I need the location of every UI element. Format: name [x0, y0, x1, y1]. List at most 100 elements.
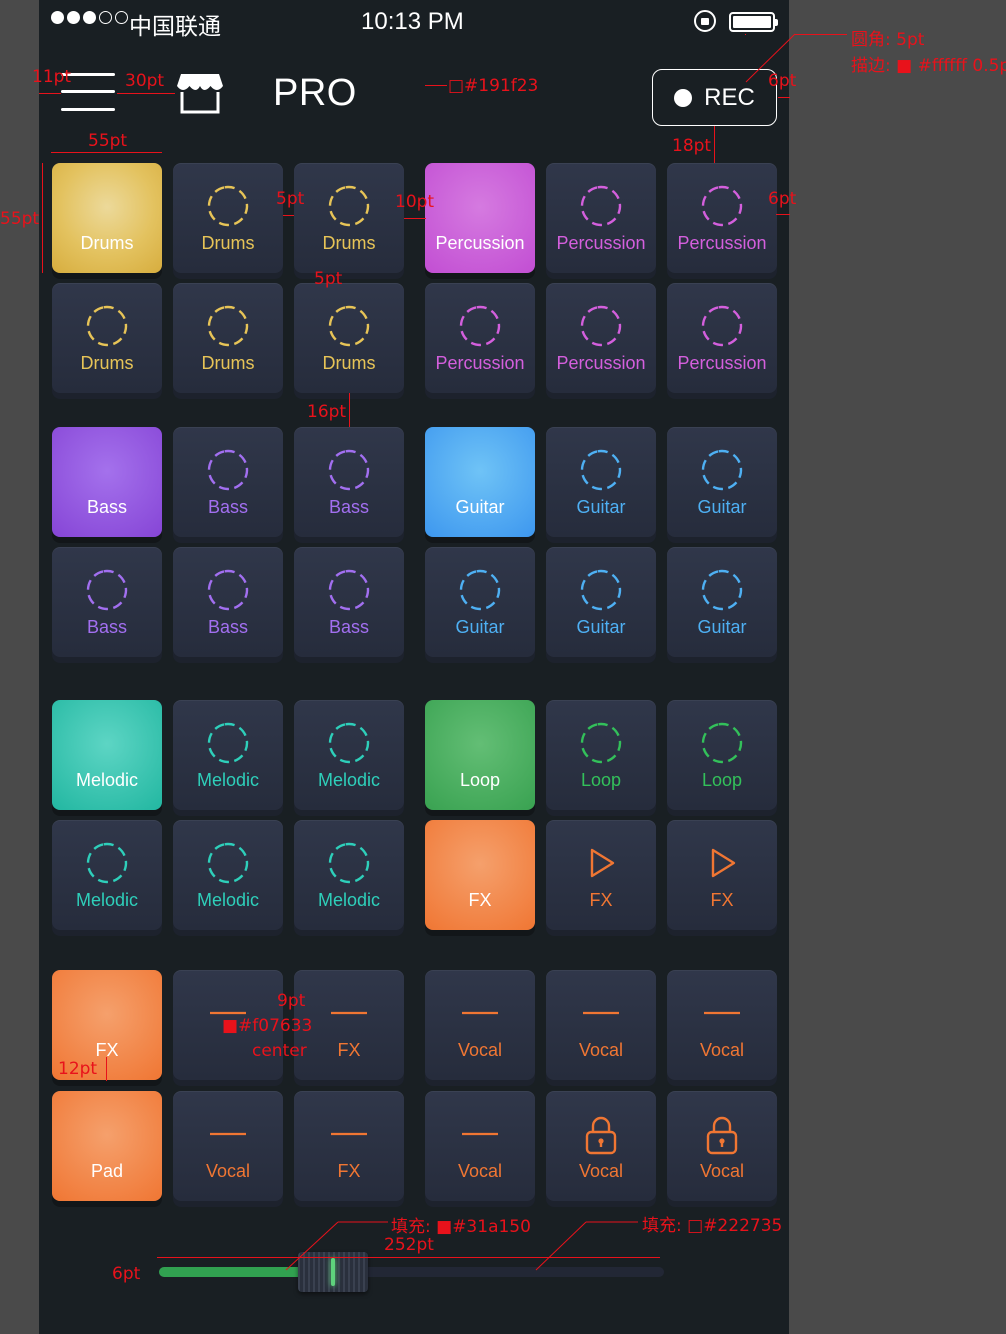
pad-percussion-2-4[interactable]: Percussion — [425, 283, 535, 393]
pad-label: Melodic — [75, 890, 139, 910]
pad-guitar-4-6[interactable]: Guitar — [667, 547, 777, 657]
dashed-circle-icon — [328, 305, 370, 347]
pad-label: Vocal — [578, 1161, 624, 1181]
lock-icon — [580, 1113, 622, 1155]
dashed-circle-icon — [459, 569, 501, 611]
pad-bass-4-1[interactable]: Bass — [52, 547, 162, 657]
annotation-pad-width: 55pt — [88, 131, 128, 151]
annotation-stroke: 描边: ■ #ffffff 0.5pt — [851, 56, 1006, 76]
pad-fx-7-6[interactable]: Vocal — [667, 970, 777, 1080]
pad-label: FX — [589, 890, 613, 910]
pad-label: Pad — [90, 1161, 124, 1181]
dashed-circle-icon — [207, 449, 249, 491]
pad-loop-5-4[interactable]: Loop — [425, 700, 535, 810]
pad-melodic-5-3[interactable]: Melodic — [294, 700, 404, 810]
pad-label: Vocal — [578, 1040, 624, 1060]
pad-bass-4-2[interactable]: Bass — [173, 547, 283, 657]
pad-melodic-6-3[interactable]: Melodic — [294, 820, 404, 930]
pad-fx-8-1[interactable]: Pad — [52, 1091, 162, 1201]
pad-label: Melodic — [317, 770, 381, 790]
dashed-circle-icon — [207, 722, 249, 764]
pad-label: Bass — [328, 497, 370, 517]
pad-label: Percussion — [677, 233, 767, 253]
dash-icon — [701, 992, 743, 1034]
pad-drums-2-1[interactable]: Drums — [52, 283, 162, 393]
pad-bass-3-1[interactable]: Bass — [52, 427, 162, 537]
pad-fx-8-5[interactable]: Vocal — [546, 1091, 656, 1201]
dashed-circle-icon — [207, 569, 249, 611]
pad-label: Guitar — [697, 497, 747, 517]
pad-drums-2-3[interactable]: Drums — [294, 283, 404, 393]
pad-label: Melodic — [75, 770, 139, 790]
pad-label: Vocal — [457, 1040, 503, 1060]
pad-label: FX — [710, 890, 734, 910]
annotation-pad-height: 55pt — [0, 209, 40, 229]
pad-percussion-1-5[interactable]: Percussion — [546, 163, 656, 273]
pad-guitar-3-5[interactable]: Guitar — [546, 427, 656, 537]
pad-melodic-5-2[interactable]: Melodic — [173, 700, 283, 810]
pad-label: Drums — [201, 233, 255, 253]
pad-fx-8-3[interactable]: FX — [294, 1091, 404, 1201]
pad-melodic-6-2[interactable]: Melodic — [173, 820, 283, 930]
pad-label: Percussion — [435, 353, 525, 373]
pad-percussion-1-4[interactable]: Percussion — [425, 163, 535, 273]
pad-fx-7-4[interactable]: Vocal — [425, 970, 535, 1080]
pad-fx-6-4[interactable]: FX — [425, 820, 535, 930]
pad-label: FX — [337, 1161, 361, 1181]
lock-icon — [701, 1113, 743, 1155]
pad-label: Bass — [207, 617, 249, 637]
pad-label: Bass — [207, 497, 249, 517]
pad-drums-1-2[interactable]: Drums — [173, 163, 283, 273]
pad-drums-1-1[interactable]: Drums — [52, 163, 162, 273]
pad-guitar-3-4[interactable]: Guitar — [425, 427, 535, 537]
dash-icon — [580, 992, 622, 1034]
pad-drums-1-3[interactable]: Drums — [294, 163, 404, 273]
pad-bass-3-2[interactable]: Bass — [173, 427, 283, 537]
pad-label: Bass — [328, 617, 370, 637]
pad-label: Vocal — [205, 1161, 251, 1181]
pad-label: Loop — [580, 770, 622, 790]
pad-loop-5-6[interactable]: Loop — [667, 700, 777, 810]
pad-guitar-4-5[interactable]: Guitar — [546, 547, 656, 657]
pad-bass-3-3[interactable]: Bass — [294, 427, 404, 537]
pad-label: Percussion — [435, 233, 525, 253]
dashed-circle-icon — [701, 449, 743, 491]
dashed-circle-icon — [580, 305, 622, 347]
pad-fx-8-2[interactable]: Vocal — [173, 1091, 283, 1201]
pad-label: Percussion — [556, 353, 646, 373]
dashed-circle-icon — [701, 569, 743, 611]
annotation-corner-radius: 圆角: 5pt — [851, 30, 925, 50]
pad-percussion-2-6[interactable]: Percussion — [667, 283, 777, 393]
dashed-circle-icon — [86, 569, 128, 611]
annotation-rec-margin: 6pt — [768, 71, 797, 91]
pad-fx-7-5[interactable]: Vocal — [546, 970, 656, 1080]
annotation-gap-5a: 5pt — [276, 189, 305, 209]
annotation-menu-gap: 30pt — [125, 71, 165, 91]
pad-fx-8-6[interactable]: Vocal — [667, 1091, 777, 1201]
pad-fx-8-4[interactable]: Vocal — [425, 1091, 535, 1201]
pad-label: Percussion — [677, 353, 767, 373]
pad-melodic-6-1[interactable]: Melodic — [52, 820, 162, 930]
dashed-circle-icon — [207, 305, 249, 347]
pad-label: Bass — [86, 617, 128, 637]
pad-bass-4-3[interactable]: Bass — [294, 547, 404, 657]
pad-label: Loop — [459, 770, 501, 790]
annotation-slider-height: 6pt — [112, 1264, 141, 1284]
dash-icon — [207, 1113, 249, 1155]
pad-guitar-4-4[interactable]: Guitar — [425, 547, 535, 657]
pad-loop-5-5[interactable]: Loop — [546, 700, 656, 810]
pad-melodic-5-1[interactable]: Melodic — [52, 700, 162, 810]
dashed-circle-icon — [580, 449, 622, 491]
pad-drums-2-2[interactable]: Drums — [173, 283, 283, 393]
annotation-line-align: center — [252, 1041, 307, 1061]
dashed-circle-icon — [328, 569, 370, 611]
pad-label: Bass — [86, 497, 128, 517]
pad-fx-6-5[interactable]: FX — [546, 820, 656, 930]
pad-guitar-3-6[interactable]: Guitar — [667, 427, 777, 537]
annotation-bg-color: □#191f23 — [448, 76, 539, 96]
dashed-circle-icon — [701, 185, 743, 227]
annotation-rec-gap: 18pt — [672, 136, 712, 156]
pad-percussion-2-5[interactable]: Percussion — [546, 283, 656, 393]
pad-fx-6-6[interactable]: FX — [667, 820, 777, 930]
pad-percussion-1-6[interactable]: Percussion — [667, 163, 777, 273]
